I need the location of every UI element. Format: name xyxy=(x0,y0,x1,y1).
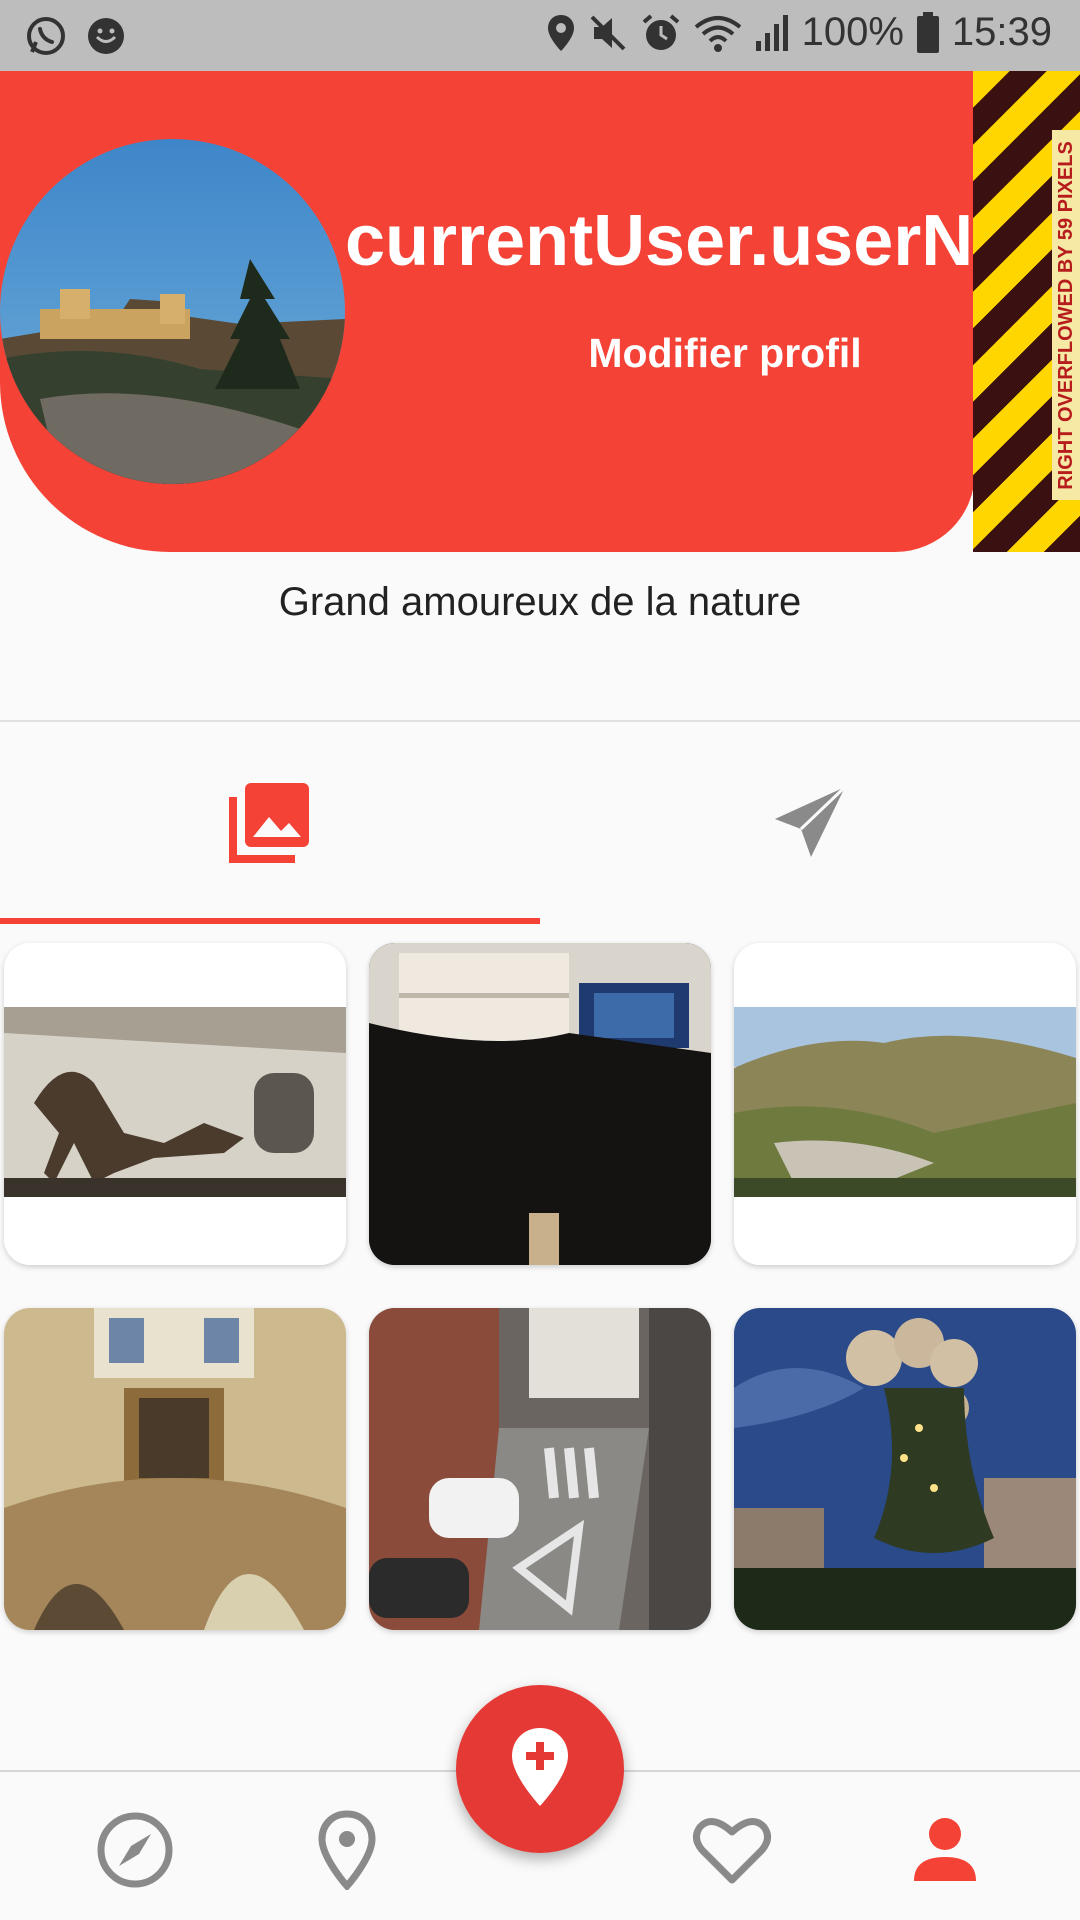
status-bar: 100% 15:39 xyxy=(0,0,1080,71)
signal-icon xyxy=(754,13,790,53)
photo-library-icon xyxy=(229,781,311,867)
nav-favorites[interactable] xyxy=(682,1802,782,1902)
wifi-icon xyxy=(694,13,742,53)
favorite-icon xyxy=(692,1814,772,1890)
profile-bio: Grand amoureux de la nature xyxy=(278,580,802,624)
smiley-icon xyxy=(86,16,126,56)
photo-thumbnail[interactable] xyxy=(369,943,711,1265)
username: currentUser.userName xyxy=(345,201,973,281)
battery-icon xyxy=(916,11,940,54)
tab-sent[interactable] xyxy=(540,724,1080,924)
photo-thumbnail[interactable] xyxy=(369,1308,711,1630)
nav-explore[interactable] xyxy=(85,1802,185,1902)
location-pin-icon xyxy=(317,1810,377,1894)
whatsapp-icon xyxy=(24,14,68,58)
divider xyxy=(0,720,1080,722)
photo-thumbnail[interactable] xyxy=(4,943,346,1265)
add-location-button[interactable] xyxy=(456,1685,624,1853)
explore-icon xyxy=(95,1810,175,1894)
location-icon xyxy=(546,13,576,53)
nav-profile[interactable] xyxy=(895,1802,995,1902)
person-icon xyxy=(912,1817,978,1887)
photo-thumbnail[interactable] xyxy=(734,1308,1076,1630)
battery-percentage: 100% xyxy=(801,10,904,54)
mute-icon xyxy=(588,13,628,53)
overflow-warning-label: RIGHT OVERFLOWED BY 59 PIXELS xyxy=(1052,130,1080,500)
photo-thumbnail[interactable] xyxy=(4,1308,346,1630)
avatar[interactable] xyxy=(0,139,345,484)
alarm-icon xyxy=(640,12,682,54)
tab-indicator xyxy=(0,918,540,924)
send-icon xyxy=(771,783,849,865)
add-location-icon xyxy=(509,1726,571,1812)
photo-thumbnail[interactable] xyxy=(734,943,1076,1265)
tab-photos[interactable] xyxy=(0,724,540,924)
nav-places[interactable] xyxy=(297,1802,397,1902)
clock: 15:39 xyxy=(951,10,1052,54)
edit-profile-button[interactable]: Modifier profil xyxy=(560,330,890,377)
